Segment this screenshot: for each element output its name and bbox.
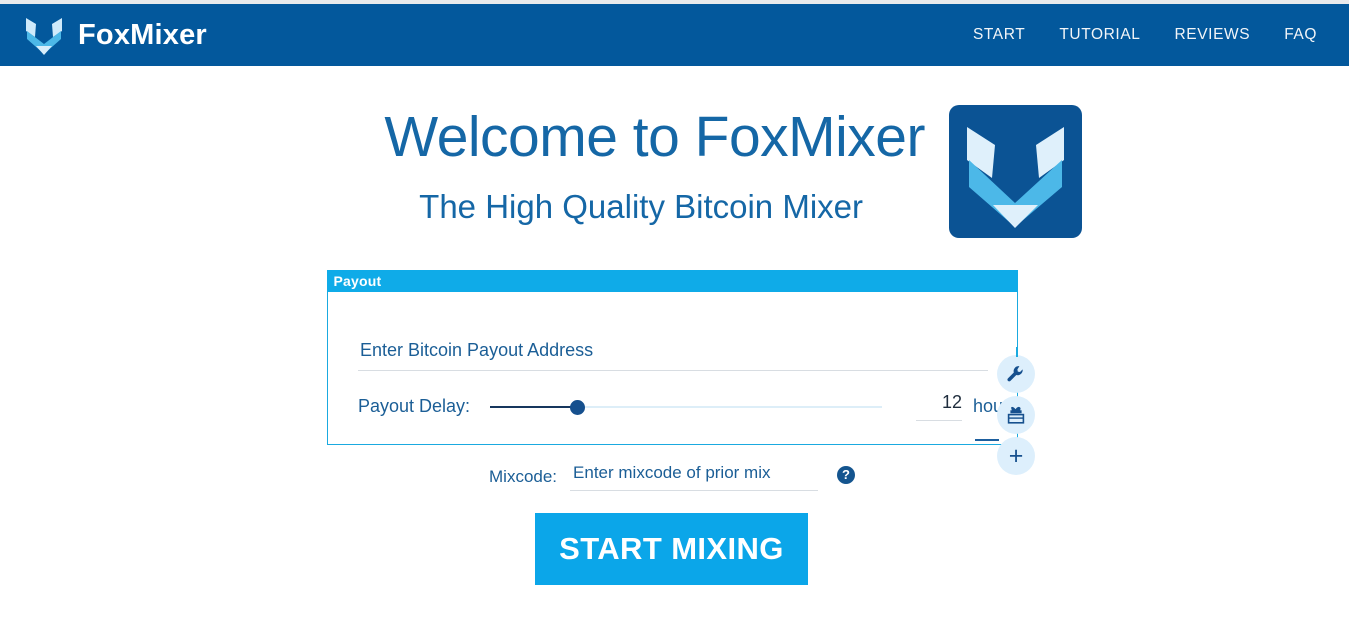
help-question-icon[interactable]: ? [837, 466, 856, 484]
settings-wrench-button[interactable] [997, 355, 1035, 393]
nav-link-tutorial[interactable]: TUTORIAL [1059, 26, 1140, 44]
nav-link-reviews[interactable]: REVIEWS [1175, 26, 1251, 44]
brand[interactable]: FoxMixer [0, 14, 207, 56]
mixcode-label: Mixcode: [489, 467, 558, 486]
payout-panel-title: Payout [326, 270, 1018, 292]
add-payout-address-button[interactable]: + [997, 437, 1035, 475]
mixcode-row: Mixcode: ? [489, 463, 856, 491]
gift-box-icon [1006, 406, 1026, 424]
wrench-icon [1006, 364, 1026, 384]
tools-connector-line [1016, 347, 1018, 357]
nav-link-start[interactable]: START [973, 26, 1025, 44]
payout-delay-slider[interactable] [490, 398, 883, 416]
fox-logo-icon [24, 14, 64, 56]
site-header: FoxMixer START TUTORIAL REVIEWS FAQ [0, 4, 1349, 66]
payout-address-field [358, 340, 988, 371]
fox-head-logo-icon [949, 105, 1082, 238]
payout-delay-value: 12 [941, 392, 962, 412]
slider-thumb[interactable] [570, 399, 586, 415]
add-button-connector-line [975, 439, 999, 441]
payout-side-tools: + [975, 347, 1037, 478]
brand-name: FoxMixer [78, 18, 207, 51]
hero-text: Welcome to FoxMixer The High Quality Bit… [0, 95, 925, 225]
payout-delay-row: Payout Delay: 12 hours [358, 392, 1018, 421]
plus-icon: + [1008, 441, 1024, 470]
nav-link-faq[interactable]: FAQ [1284, 26, 1317, 44]
mixcode-input[interactable] [570, 463, 819, 491]
payout-panel: Payout Payout Delay: 12 hours [326, 270, 1018, 445]
hero-section: Welcome to FoxMixer The High Quality Bit… [0, 95, 1349, 255]
main-nav: START TUTORIAL REVIEWS FAQ [973, 26, 1349, 44]
gift-box-button[interactable] [997, 396, 1035, 434]
page-title: Welcome to FoxMixer [384, 105, 925, 169]
slider-track-fill [490, 405, 579, 408]
payout-address-input[interactable] [358, 340, 988, 371]
page-root: FoxMixer START TUTORIAL REVIEWS FAQ Welc… [0, 0, 1349, 627]
payout-delay-label: Payout Delay: [358, 396, 471, 416]
page-subtitle: The High Quality Bitcoin Mixer [419, 188, 863, 225]
payout-delay-value-field[interactable]: 12 [916, 392, 962, 421]
start-mixing-button[interactable]: START MIXING [535, 513, 808, 585]
